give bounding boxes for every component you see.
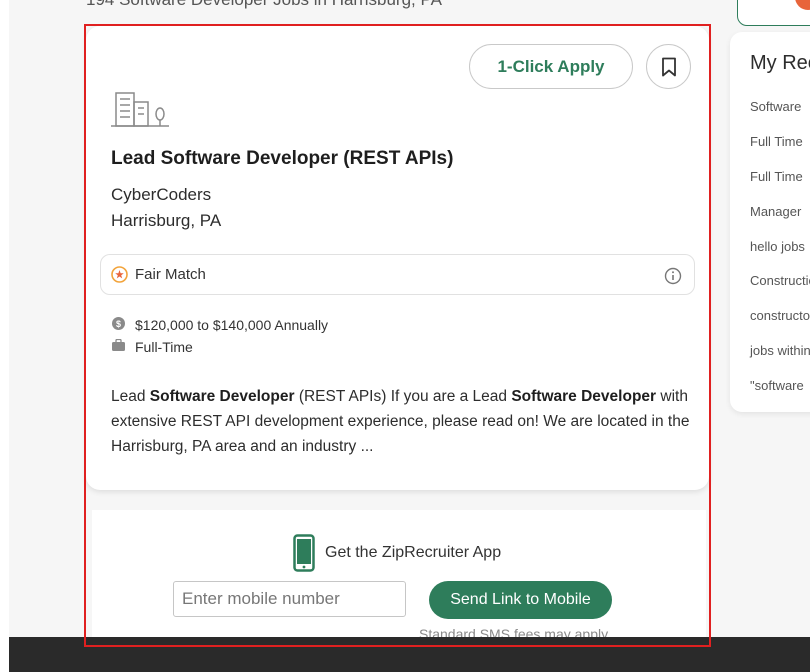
salary-range: $120,000 to $140,000 Annually [135, 317, 329, 333]
job-title[interactable]: Lead Software Developer (REST APIs) [111, 148, 453, 170]
recent-search-item[interactable]: hello jobs [750, 239, 805, 254]
recent-searches-panel: My Recent Searches Software Full Time Fu… [730, 32, 810, 412]
job-snippet: Lead Software Developer (REST APIs) If y… [111, 388, 690, 455]
dollar-icon: $ [112, 317, 125, 330]
bookmark-icon [661, 57, 676, 76]
info-icon[interactable] [664, 267, 682, 285]
mobile-number-input[interactable] [173, 581, 406, 617]
recent-search-item[interactable]: constructor [750, 308, 810, 323]
recent-search-item[interactable]: jobs within [750, 343, 810, 358]
company-name: CyberCoders [111, 185, 212, 204]
recent-search-item[interactable]: Manager [750, 204, 801, 219]
results-heading: 194 Software Developer Jobs in Harrisbur… [86, 0, 442, 10]
recent-search-item[interactable]: Software [750, 99, 801, 114]
recent-search-item[interactable]: Full Time [750, 134, 803, 149]
employment-type: Full-Time [135, 339, 193, 355]
send-link-button[interactable]: Send Link to Mobile [429, 581, 612, 619]
one-click-apply-button[interactable]: 1-Click Apply [469, 44, 633, 89]
match-label: Fair Match [135, 266, 206, 283]
app-promo-panel [92, 510, 706, 640]
recent-search-item[interactable]: Full Time [750, 169, 803, 184]
match-indicator[interactable]: Fair Match [100, 254, 695, 295]
recent-search-item[interactable]: Construction [750, 273, 810, 288]
app-promo-text: Get the ZipRecruiter App [325, 544, 502, 561]
save-job-button[interactable] [646, 44, 691, 89]
phone-icon [293, 534, 315, 572]
company-logo-placeholder-icon [111, 92, 169, 127]
job-location: Harrisburg, PA [111, 211, 222, 230]
recent-searches-title: My Recent Searches [750, 52, 810, 74]
svg-text:$: $ [116, 319, 121, 329]
recent-search-item[interactable]: "software [750, 378, 804, 393]
bottom-bar [9, 637, 810, 672]
left-margin [0, 0, 9, 672]
match-star-icon [111, 266, 128, 283]
briefcase-icon [112, 339, 125, 351]
